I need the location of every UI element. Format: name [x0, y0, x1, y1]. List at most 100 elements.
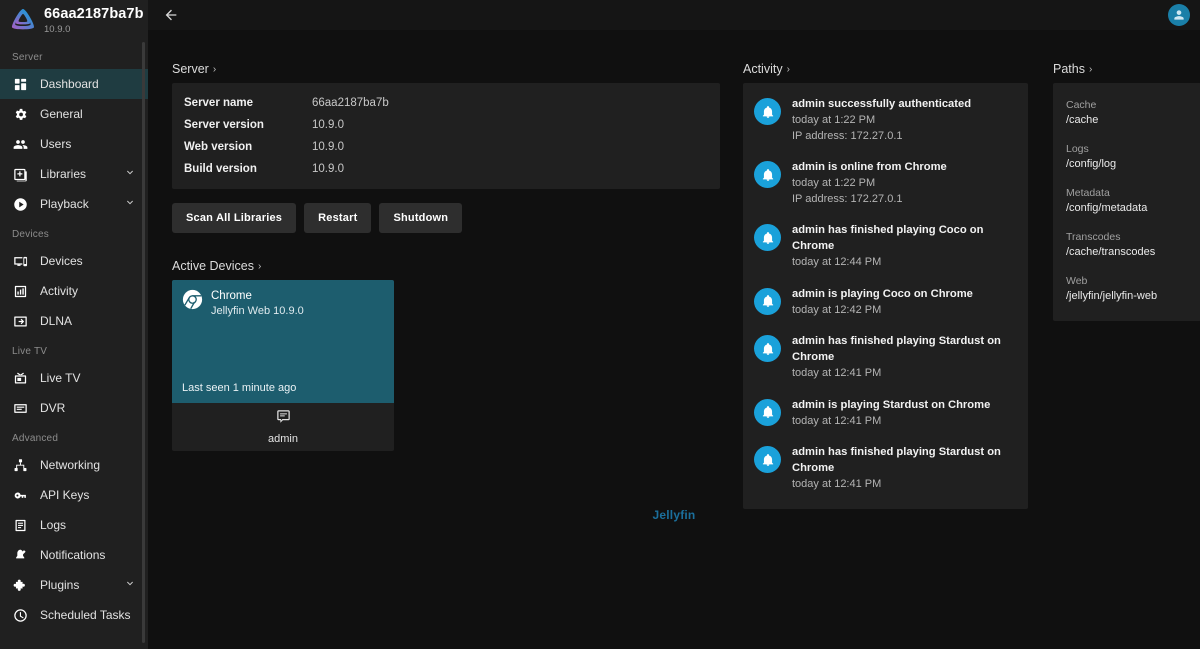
device-user: admin [268, 433, 298, 445]
active-devices-section: Active Devices › Chrome Jellyfin Web 10.… [172, 257, 720, 451]
footer: Jellyfin [148, 508, 1200, 522]
dvr-icon [12, 400, 28, 416]
server-name-title: 66aa2187ba7b [44, 6, 144, 23]
activity-item[interactable]: admin has finished playing Stardust on C… [743, 437, 1028, 500]
path-item: Metadata/config/metadata [1053, 179, 1200, 223]
chevron-right-icon: › [257, 260, 262, 272]
activity-item-time: today at 12:42 PM [792, 303, 882, 316]
sidebar-item-label: Live TV [40, 371, 81, 385]
notification-icon [12, 547, 28, 563]
activity-section-title: Activity [743, 62, 783, 76]
sidebar-item-label: Devices [40, 254, 83, 268]
sidebar-scrollbar[interactable] [142, 42, 145, 643]
sidebar-item-dashboard[interactable]: Dashboard [0, 69, 148, 99]
path-item: Cache/cache [1053, 91, 1200, 135]
bell-icon [754, 335, 781, 363]
sidebar-item-playback[interactable]: Playback [0, 189, 148, 219]
sidebar-group-label: Live TV [12, 346, 48, 357]
path-label: Web [1066, 275, 1088, 288]
sidebar-item-general[interactable]: General [0, 99, 148, 129]
activity-item-ip: IP address: 172.27.0.1 [792, 192, 903, 205]
users-icon [12, 136, 28, 152]
activity-section-header[interactable]: Activity › [743, 62, 790, 76]
sidebar-item-label: DVR [40, 401, 66, 415]
activity-item-ip: IP address: 172.27.0.1 [792, 129, 903, 142]
server-info-key: Web version [184, 141, 253, 153]
device-card[interactable]: Chrome Jellyfin Web 10.9.0 Last seen 1 m… [172, 280, 394, 451]
sidebar-item-libraries[interactable]: Libraries [0, 159, 148, 189]
sidebar-item-dvr[interactable]: DVR [0, 393, 148, 423]
scan-all-libraries-button[interactable]: Scan All Libraries [172, 203, 297, 233]
sidebar-item-label: Scheduled Tasks [40, 608, 131, 622]
activity-item-time: today at 1:22 PM [792, 113, 876, 126]
sidebar-item-label: Users [40, 137, 72, 151]
sidebar-item-label: API Keys [40, 488, 90, 502]
sidebar-item-networking[interactable]: Networking [0, 450, 148, 480]
activity-item[interactable]: admin is playing Stardust on Chrome today… [743, 390, 1028, 438]
server-info-row: Server name 66aa2187ba7b [172, 92, 720, 114]
sidebar-item-live-tv[interactable]: Live TV [0, 363, 148, 393]
server-info-table: Server name 66aa2187ba7b Server version 10.… [172, 83, 720, 189]
sidebar-item-plugins[interactable]: Plugins [0, 570, 148, 600]
path-item: Logs/config/log [1053, 135, 1200, 179]
activity-item-body: admin is playing Stardust on Chrome today… [792, 398, 990, 430]
server-section-title: Server [172, 62, 209, 76]
activity-item-text: admin successfully authenticated [792, 98, 972, 110]
activity-item-body: admin has finished playing Stardust on C… [792, 334, 1018, 381]
brand-header[interactable]: 66aa2187ba7b 10.9.0 [0, 0, 148, 42]
sidebar-item-label: Notifications [40, 548, 106, 562]
dlna-icon [12, 313, 28, 329]
activity-item-text: admin is playing Stardust on Chrome [792, 398, 991, 411]
activity-item-text: admin has finished playing Coco on Chrom… [792, 224, 984, 253]
sidebar-item-logs[interactable]: Logs [0, 510, 148, 540]
tv-icon [12, 370, 28, 386]
restart-button[interactable]: Restart [304, 203, 372, 233]
sidebar-item-devices[interactable]: Devices [0, 246, 148, 276]
activity-item[interactable]: admin successfully authenticated today at… [743, 89, 1028, 152]
activity-item[interactable]: admin has finished playing Coco on Chrom… [743, 215, 1028, 278]
sidebar-item-scheduled-tasks[interactable]: Scheduled Tasks [0, 600, 148, 630]
device-card-head: Chrome Jellyfin Web 10.9.0 [182, 289, 384, 318]
activity-item[interactable]: admin has finished playing Stardust on C… [743, 326, 1028, 389]
server-version-subtitle: 10.9.0 [44, 23, 71, 35]
sidebar-item-notifications[interactable]: Notifications [0, 540, 148, 570]
paths-section-header[interactable]: Paths › [1053, 62, 1092, 76]
path-label: Metadata [1066, 187, 1110, 200]
path-label: Transcodes [1066, 231, 1121, 244]
sidebar-group-label: Server [12, 52, 43, 63]
sidebar-item-api-keys[interactable]: API Keys [0, 480, 148, 510]
sidebar-group-label: Advanced [12, 433, 59, 444]
sidebar-item-users[interactable]: Users [0, 129, 148, 159]
sidebar-nav: Server Dashboard General Users Libraries Play… [0, 42, 148, 630]
server-info-key: Server version [184, 119, 264, 131]
library-icon [12, 166, 28, 182]
activity-item-body: admin has finished playing Coco on Chrom… [792, 223, 1018, 270]
activity-item-text: admin is online from Chrome [792, 161, 947, 174]
sidebar-item-label: Activity [40, 284, 79, 298]
activity-item-text: admin is playing Coco on Chrome [792, 287, 973, 300]
shutdown-button[interactable]: Shutdown [379, 203, 463, 233]
top-bar [148, 0, 1200, 30]
path-value: /config/metadata [1066, 201, 1148, 214]
main-area: Server › Server name 66aa2187ba7b Server v… [148, 0, 1200, 649]
server-info-value: 10.9.0 [312, 119, 344, 131]
sidebar-item-activity[interactable]: Activity [0, 276, 148, 306]
chevron-down-icon[interactable] [124, 577, 140, 593]
activity-item[interactable]: admin is playing Coco on Chrome today at … [743, 279, 1028, 327]
chevron-down-icon[interactable] [124, 166, 140, 182]
active-devices-header[interactable]: Active Devices › [172, 259, 261, 273]
sidebar-item-label: Plugins [40, 578, 80, 592]
sidebar-item-label: Libraries [40, 167, 87, 181]
device-name: Chrome [211, 290, 252, 302]
sidebar-item-label: Playback [40, 197, 89, 211]
chevron-down-icon[interactable] [124, 196, 140, 212]
jellyfin-footer-logo[interactable]: Jellyfin [653, 508, 696, 522]
back-button[interactable] [160, 4, 182, 26]
bell-icon [754, 224, 781, 252]
activity-item[interactable]: admin is online from Chrome today at 1:22… [743, 152, 1028, 215]
sidebar-item-dlna[interactable]: DLNA [0, 306, 148, 336]
user-avatar-button[interactable] [1168, 4, 1190, 26]
sidebar-item-label: DLNA [40, 314, 73, 328]
server-section-header[interactable]: Server › [172, 62, 216, 76]
paths-list: Cache/cache Logs/config/log Metadata/confi… [1053, 83, 1200, 322]
